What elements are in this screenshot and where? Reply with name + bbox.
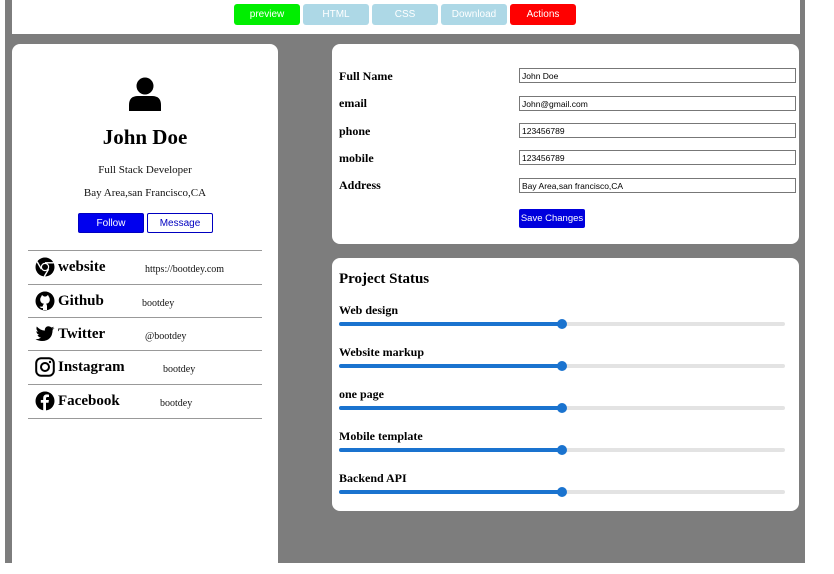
github-icon xyxy=(35,291,55,311)
progress-thumb[interactable] xyxy=(557,319,567,329)
download-button[interactable]: Download xyxy=(441,4,507,25)
progress-thumb[interactable] xyxy=(557,445,567,455)
project-label-web-design: Web design xyxy=(339,303,399,317)
progress-thumb[interactable] xyxy=(557,403,567,413)
progress-fill xyxy=(339,322,562,326)
social-label-instagram: Instagram xyxy=(58,359,125,375)
mobile-input[interactable] xyxy=(519,150,796,165)
social-value-twitter: @bootdey xyxy=(145,331,187,342)
social-value-instagram: bootdey xyxy=(163,364,196,375)
message-button[interactable]: Message xyxy=(147,213,213,233)
field-label-phone: phone xyxy=(339,124,371,138)
profile-location: Bay Area,san Francisco,CA xyxy=(83,187,207,199)
field-label-full-name: Full Name xyxy=(339,69,393,83)
project-label-backend-api: Backend API xyxy=(339,471,407,485)
progress-fill xyxy=(339,364,562,368)
social-item-website[interactable]: website https://bootdey.com xyxy=(28,250,262,284)
project-status-title: Project Status xyxy=(339,271,430,287)
progress-thumb[interactable] xyxy=(557,361,567,371)
actions-button[interactable]: Actions xyxy=(510,4,576,25)
social-label-facebook: Facebook xyxy=(58,393,120,409)
html-button[interactable]: HTML xyxy=(303,4,369,25)
css-button[interactable]: CSS xyxy=(372,4,438,25)
toolbar: preview HTML CSS Download Actions xyxy=(12,0,800,34)
progress-bar-one-page[interactable] xyxy=(339,403,785,413)
follow-button[interactable]: Follow xyxy=(78,213,144,233)
progress-bar-website-markup[interactable] xyxy=(339,361,785,371)
social-item-facebook[interactable]: Facebook bootdey xyxy=(28,384,262,419)
social-label-website: website xyxy=(58,259,106,275)
progress-fill xyxy=(339,448,562,452)
profile-title: Full Stack Developer xyxy=(98,164,192,176)
project-label-website-markup: Website markup xyxy=(339,345,425,359)
user-icon xyxy=(129,77,161,111)
phone-input[interactable] xyxy=(519,123,796,138)
address-input[interactable] xyxy=(519,178,796,193)
email-input[interactable] xyxy=(519,96,796,111)
twitter-icon xyxy=(35,326,55,341)
progress-bar-mobile-template[interactable] xyxy=(339,445,785,455)
social-label-twitter: Twitter xyxy=(58,326,106,342)
instagram-icon xyxy=(35,357,55,377)
full-name-input[interactable] xyxy=(519,68,796,83)
project-label-mobile-template: Mobile template xyxy=(339,429,423,443)
social-item-twitter[interactable]: Twitter @bootdey xyxy=(28,317,262,351)
social-value-github: bootdey xyxy=(142,298,175,309)
social-item-instagram[interactable]: Instagram bootdey xyxy=(28,350,262,384)
progress-bar-backend-api[interactable] xyxy=(339,487,785,497)
social-value-facebook: bootdey xyxy=(160,398,193,409)
social-value-website: https://bootdey.com xyxy=(145,264,225,275)
social-item-github[interactable]: Github bootdey xyxy=(28,284,262,318)
social-label-github: Github xyxy=(58,293,104,309)
profile-name: John Doe xyxy=(102,125,188,149)
chrome-icon xyxy=(35,257,55,277)
facebook-icon xyxy=(35,391,55,411)
field-label-mobile: mobile xyxy=(339,151,374,165)
save-changes-button[interactable]: Save Changes xyxy=(519,209,585,228)
progress-fill xyxy=(339,406,562,410)
preview-button[interactable]: preview xyxy=(234,4,300,25)
progress-bar-web-design[interactable] xyxy=(339,319,785,329)
project-label-one-page: one page xyxy=(339,387,384,401)
progress-thumb[interactable] xyxy=(557,487,567,497)
field-label-email: email xyxy=(339,96,367,110)
progress-fill xyxy=(339,490,562,494)
field-label-address: Address xyxy=(339,178,381,192)
